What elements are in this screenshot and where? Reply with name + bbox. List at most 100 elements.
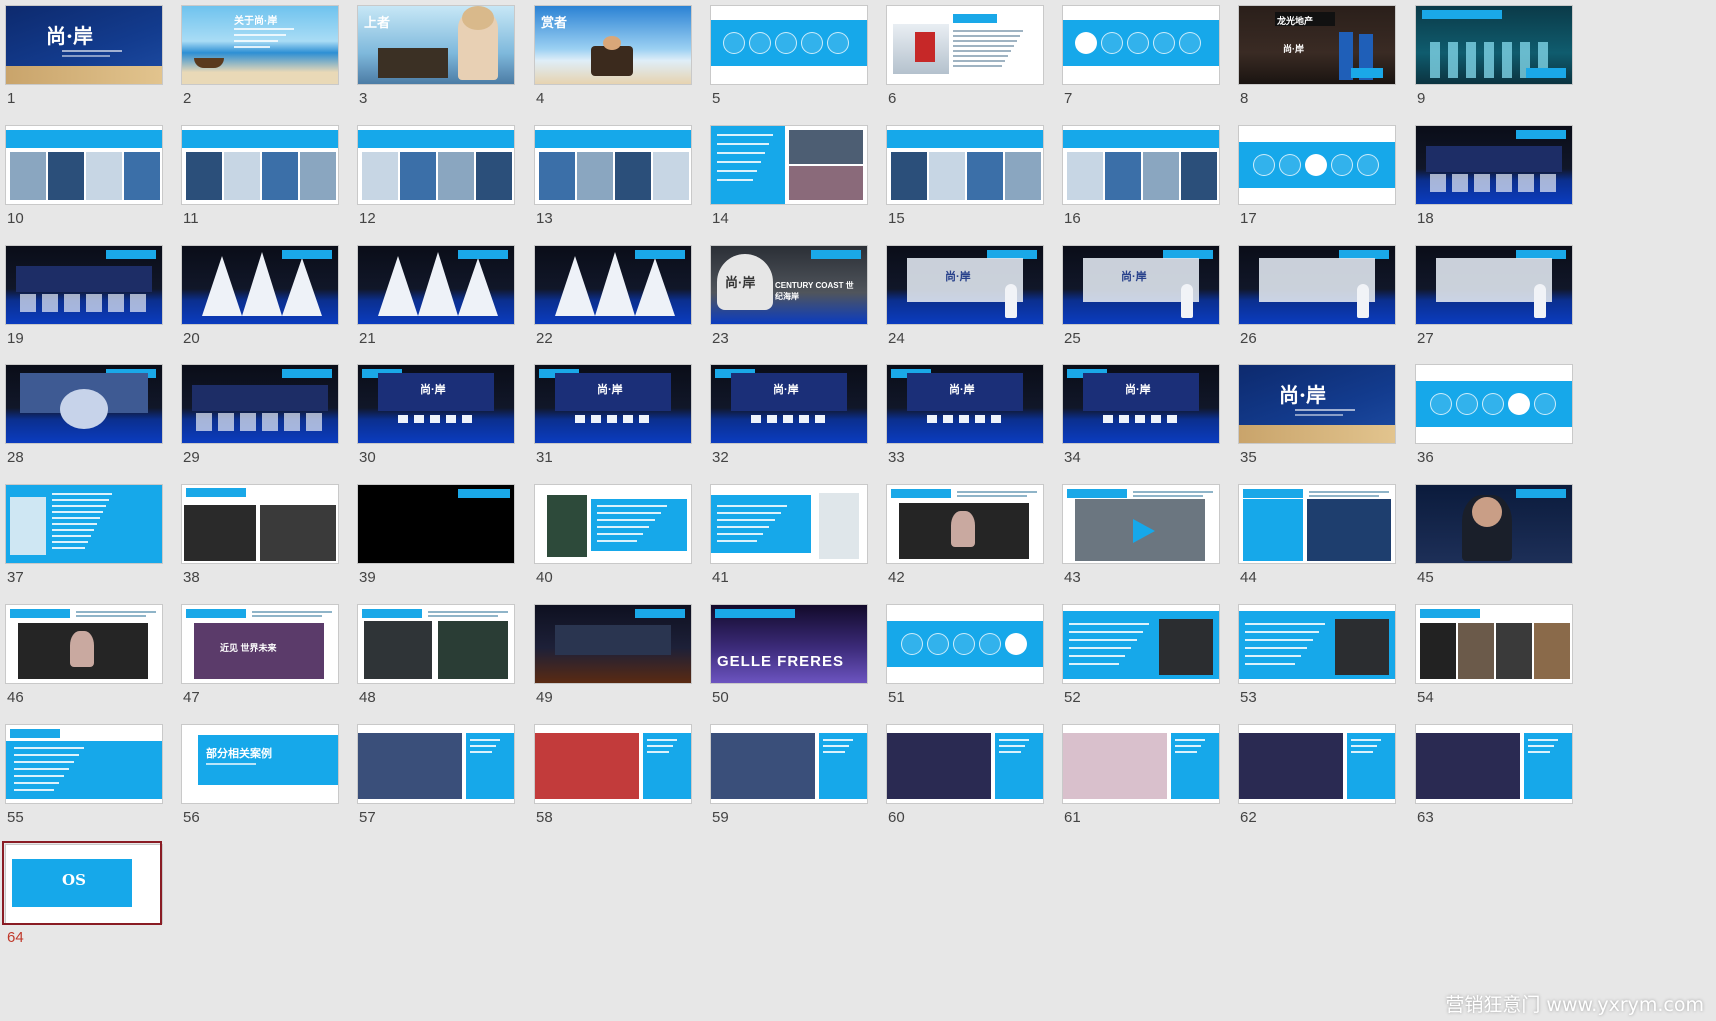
slide-preview[interactable]: [358, 126, 514, 204]
slide-preview[interactable]: 尚·岸: [1063, 365, 1219, 443]
slide-preview[interactable]: [182, 485, 338, 563]
slide-thumbnail[interactable]: 20: [182, 246, 338, 347]
slide-thumbnail[interactable]: 61: [1063, 725, 1219, 826]
slide-thumbnail[interactable]: 15: [887, 126, 1043, 227]
slide-thumbnail[interactable]: 52: [1063, 605, 1219, 706]
slide-thumbnail[interactable]: 近见 世界未来 47: [182, 605, 338, 706]
slide-preview[interactable]: 尚·岸: [535, 365, 691, 443]
slide-preview[interactable]: [6, 725, 162, 803]
slide-thumbnail[interactable]: 尚·岸 34: [1063, 365, 1219, 466]
slide-thumbnail[interactable]: 10: [6, 126, 162, 227]
slide-preview[interactable]: [1416, 605, 1572, 683]
slide-preview[interactable]: [887, 126, 1043, 204]
slide-thumbnail[interactable]: 43: [1063, 485, 1219, 586]
slide-preview[interactable]: [887, 6, 1043, 84]
slide-preview[interactable]: [358, 246, 514, 324]
slide-thumbnail[interactable]: 49: [535, 605, 691, 706]
slide-thumbnail[interactable]: 36: [1416, 365, 1572, 466]
slide-preview[interactable]: [1239, 246, 1395, 324]
slide-preview[interactable]: [1416, 126, 1572, 204]
slide-thumbnail[interactable]: 27: [1416, 246, 1572, 347]
slide-preview[interactable]: [1239, 605, 1395, 683]
slide-preview[interactable]: OS: [6, 845, 162, 923]
slide-thumbnail[interactable]: 39: [358, 485, 514, 586]
slide-preview[interactable]: [535, 485, 691, 563]
slide-thumbnail[interactable]: 59: [711, 725, 867, 826]
slide-thumbnail[interactable]: 19: [6, 246, 162, 347]
slide-thumbnail[interactable]: 上者 3: [358, 6, 514, 107]
slide-preview[interactable]: [535, 725, 691, 803]
slide-thumbnail[interactable]: 赏者 4: [535, 6, 691, 107]
slide-preview[interactable]: [887, 605, 1043, 683]
slide-thumbnail[interactable]: 18: [1416, 126, 1572, 227]
slide-preview[interactable]: 尚·岸: [1239, 365, 1395, 443]
slide-thumbnail[interactable]: 48: [358, 605, 514, 706]
slide-preview[interactable]: [6, 605, 162, 683]
slide-thumbnail[interactable]: 龙光地产 尚·岸 8: [1239, 6, 1395, 107]
slide-thumbnail[interactable]: 尚·岸 31: [535, 365, 691, 466]
slide-thumbnail[interactable]: 41: [711, 485, 867, 586]
slide-thumbnail[interactable]: 40: [535, 485, 691, 586]
slide-thumbnail[interactable]: 12: [358, 126, 514, 227]
slide-thumbnail[interactable]: 29: [182, 365, 338, 466]
slide-preview[interactable]: 尚·岸: [711, 365, 867, 443]
slide-preview[interactable]: 尚·岸 CENTURY COAST 世纪海岸: [711, 246, 867, 324]
slide-preview[interactable]: [1416, 485, 1572, 563]
slide-preview[interactable]: [6, 246, 162, 324]
slide-preview[interactable]: [887, 725, 1043, 803]
slide-thumbnail[interactable]: 44: [1239, 485, 1395, 586]
slide-thumbnail[interactable]: 11: [182, 126, 338, 227]
slide-thumbnail[interactable]: 尚·岸 35: [1239, 365, 1395, 466]
slide-thumbnail[interactable]: 57: [358, 725, 514, 826]
slide-thumbnail[interactable]: 37: [6, 485, 162, 586]
slide-preview[interactable]: [1239, 725, 1395, 803]
slide-preview[interactable]: [1063, 485, 1219, 563]
slide-thumbnail[interactable]: 53: [1239, 605, 1395, 706]
slide-thumbnail[interactable]: 51: [887, 605, 1043, 706]
slide-preview[interactable]: [358, 605, 514, 683]
slide-thumbnail[interactable]: 60: [887, 725, 1043, 826]
slide-preview[interactable]: [1063, 126, 1219, 204]
slide-thumbnail[interactable]: 14: [711, 126, 867, 227]
slide-thumbnail[interactable]: 尚·岸 24: [887, 246, 1043, 347]
slide-preview[interactable]: 尚·岸: [358, 365, 514, 443]
slide-thumbnail[interactable]: 关于尚·岸 2: [182, 6, 338, 107]
slide-thumbnail[interactable]: 尚·岸 30: [358, 365, 514, 466]
slide-preview[interactable]: [1063, 605, 1219, 683]
slide-preview[interactable]: [1239, 126, 1395, 204]
slide-preview[interactable]: [1063, 6, 1219, 84]
slide-preview[interactable]: 上者: [358, 6, 514, 84]
slide-thumbnail[interactable]: 22: [535, 246, 691, 347]
slide-preview[interactable]: [6, 126, 162, 204]
slide-thumbnail[interactable]: 5: [711, 6, 867, 107]
slide-thumbnail[interactable]: 尚·岸 CENTURY COAST 世纪海岸 23: [711, 246, 867, 347]
slide-thumbnail[interactable]: 尚·岸 25: [1063, 246, 1219, 347]
slide-preview[interactable]: [535, 605, 691, 683]
slide-preview[interactable]: [182, 246, 338, 324]
slide-preview[interactable]: [711, 6, 867, 84]
slide-thumbnail[interactable]: 7: [1063, 6, 1219, 107]
slide-thumbnail[interactable]: 9: [1416, 6, 1572, 107]
slide-thumbnail[interactable]: 55: [6, 725, 162, 826]
slide-thumbnail[interactable]: 45: [1416, 485, 1572, 586]
slide-thumbnail[interactable]: 17: [1239, 126, 1395, 227]
slide-preview[interactable]: [182, 126, 338, 204]
slide-thumbnail[interactable]: 28: [6, 365, 162, 466]
slide-thumbnail[interactable]: 62: [1239, 725, 1395, 826]
slide-preview[interactable]: [711, 126, 867, 204]
slide-preview[interactable]: 近见 世界未来: [182, 605, 338, 683]
slide-thumbnail[interactable]: 6: [887, 6, 1043, 107]
slide-thumbnail[interactable]: 54: [1416, 605, 1572, 706]
slide-preview[interactable]: [887, 485, 1043, 563]
slide-thumbnail[interactable]: 26: [1239, 246, 1395, 347]
slide-preview[interactable]: [182, 365, 338, 443]
slide-preview[interactable]: 部分相关案例: [182, 725, 338, 803]
slide-preview[interactable]: [6, 365, 162, 443]
slide-thumbnail[interactable]: 21: [358, 246, 514, 347]
slide-preview[interactable]: [1416, 246, 1572, 324]
slide-thumbnail[interactable]: 尚·岸 32: [711, 365, 867, 466]
slide-preview[interactable]: 关于尚·岸: [182, 6, 338, 84]
slide-thumbnail[interactable]: 58: [535, 725, 691, 826]
slide-preview[interactable]: 尚·岸: [6, 6, 162, 84]
slide-preview[interactable]: [711, 485, 867, 563]
